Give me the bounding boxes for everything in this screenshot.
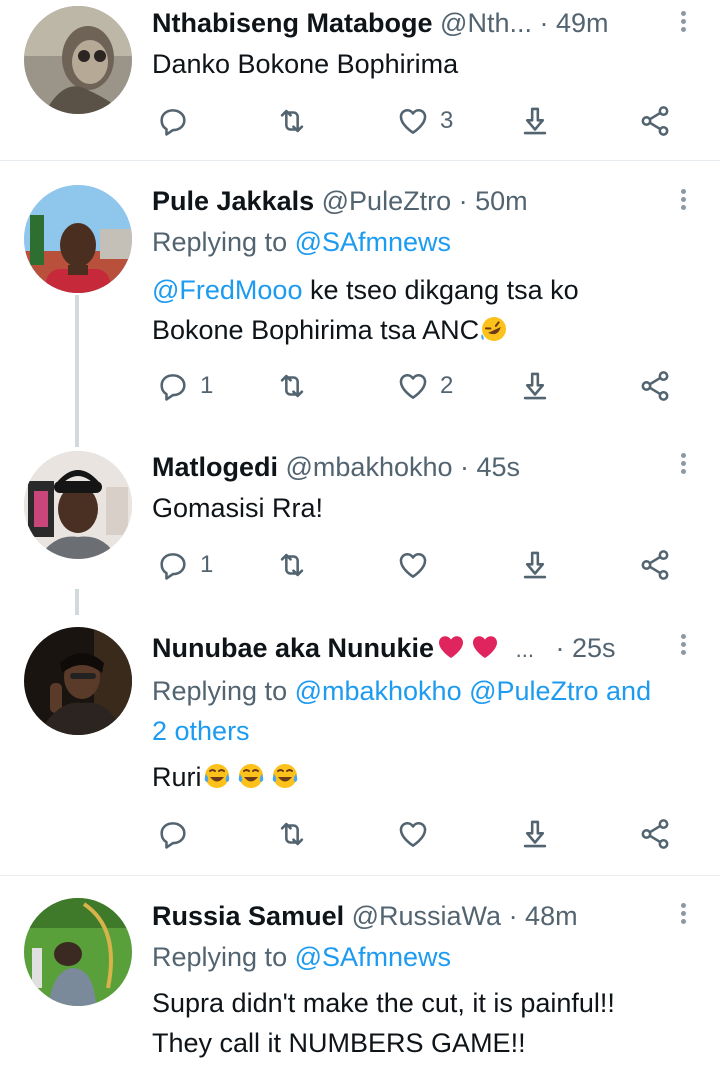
tweet-time[interactable]: · 48m — [509, 901, 578, 931]
author-name[interactable]: Pule Jakkals — [152, 186, 314, 216]
author-name[interactable]: Nthabiseng Mataboge — [152, 8, 433, 38]
replying-to-link[interactable]: @SAfmnews — [295, 942, 451, 972]
red-heart-icon — [436, 632, 466, 662]
reply-button[interactable] — [156, 103, 190, 139]
author-name[interactable]: Matlogedi — [152, 452, 278, 482]
author-handle[interactable]: @mbakhokho — [286, 452, 453, 482]
reply-count: 1 — [200, 372, 214, 399]
tweet-text-line: @FredMooo ke tseo dikgang tsa ko — [152, 275, 579, 305]
retweet-button[interactable] — [275, 368, 309, 404]
retweet-button[interactable] — [275, 103, 309, 139]
tears-of-joy-emoji-icon — [270, 761, 300, 791]
avatar[interactable] — [24, 451, 132, 559]
author-handle[interactable]: @PuleZtro — [322, 186, 451, 216]
download-button[interactable] — [518, 103, 552, 139]
like-count: 3 — [440, 107, 454, 134]
heart-icon — [396, 104, 430, 138]
replying-to-link[interactable]: @mbakhokho @PuleZtro and — [295, 676, 652, 706]
share-icon — [638, 369, 672, 403]
replying-to: Replying to @SAfmnews — [152, 942, 452, 972]
thread-line — [75, 589, 79, 615]
tweet-text-line: They call it NUMBERS GAME!! — [152, 1028, 526, 1058]
tweet-time[interactable]: · 25s — [555, 633, 615, 663]
share-icon — [638, 548, 672, 582]
share-button[interactable] — [638, 547, 672, 583]
author-handle[interactable]: ... — [516, 637, 534, 662]
tweet-2[interactable]: Pule Jakkals @PuleZtro · 50m Replying to… — [0, 161, 720, 447]
share-button[interactable] — [638, 103, 672, 139]
retweet-button[interactable] — [275, 816, 309, 852]
reply-button[interactable]: 1 — [156, 368, 213, 404]
tweet-1[interactable]: Nthabiseng Mataboge @Nth... · 49m Danko … — [0, 0, 720, 160]
tears-of-joy-emoji-icon — [236, 761, 266, 791]
red-heart-icon — [470, 632, 500, 662]
tweet-4[interactable]: Nunubae aka Nunukie ... · 25s Replying t… — [0, 615, 720, 875]
heart-icon — [396, 369, 430, 403]
download-button[interactable] — [518, 547, 552, 583]
author-handle[interactable]: @Nth... — [440, 8, 532, 38]
avatar[interactable] — [24, 185, 132, 293]
retweet-icon — [275, 548, 309, 582]
rofl-emoji-icon — [479, 314, 509, 344]
tweet-time[interactable]: · 49m — [540, 8, 609, 38]
like-button[interactable] — [396, 816, 430, 852]
share-icon — [638, 104, 672, 138]
reply-icon — [156, 369, 190, 403]
replying-to: Replying to @mbakhokho @PuleZtro and — [152, 676, 652, 706]
tweet-text-line: Supra didn't make the cut, it is painful… — [152, 988, 615, 1018]
avatar[interactable] — [24, 898, 132, 1006]
tweet-text-line: Ruri — [152, 760, 300, 794]
like-count: 2 — [440, 372, 454, 399]
like-button[interactable]: 2 — [396, 368, 453, 404]
download-icon — [518, 548, 552, 582]
download-button[interactable] — [518, 368, 552, 404]
share-button[interactable] — [638, 368, 672, 404]
replying-to-others: 2 others — [152, 714, 250, 748]
tweet-3[interactable]: Matlogedi @mbakhokho · 45s Gomasisi Rra!… — [0, 447, 720, 615]
replying-to: Replying to @SAfmnews — [152, 227, 452, 257]
reply-count: 1 — [200, 551, 214, 578]
more-icon[interactable] — [676, 8, 690, 38]
like-button[interactable] — [396, 547, 430, 583]
tweet-time[interactable]: · 45s — [460, 452, 520, 482]
share-icon — [638, 817, 672, 851]
more-icon[interactable] — [676, 631, 690, 661]
replying-to-link[interactable]: @SAfmnews — [295, 227, 451, 257]
retweet-icon — [275, 369, 309, 403]
author-name[interactable]: Russia Samuel — [152, 901, 344, 931]
share-button[interactable] — [638, 816, 672, 852]
tweet-text-line: Bokone Bophirima tsa ANC — [152, 313, 509, 347]
like-button[interactable]: 3 — [396, 103, 453, 139]
more-icon[interactable] — [676, 450, 690, 480]
avatar[interactable] — [24, 627, 132, 735]
reply-icon — [156, 104, 190, 138]
heart-icon — [396, 548, 430, 582]
reply-button[interactable]: 1 — [156, 547, 213, 583]
tweet-5[interactable]: Russia Samuel @RussiaWa · 48m Replying t… — [0, 876, 720, 1066]
avatar[interactable] — [24, 6, 132, 114]
download-icon — [518, 104, 552, 138]
download-icon — [518, 369, 552, 403]
tweet-text-line: Gomasisi Rra! — [152, 493, 324, 523]
retweet-icon — [275, 817, 309, 851]
download-button[interactable] — [518, 816, 552, 852]
reply-button[interactable] — [156, 816, 190, 852]
retweet-button[interactable] — [275, 547, 309, 583]
more-icon[interactable] — [676, 900, 690, 930]
reply-icon — [156, 817, 190, 851]
heart-icon — [396, 817, 430, 851]
tears-of-joy-emoji-icon — [202, 761, 232, 791]
tweet-text-line: Danko Bokone Bophirima — [152, 49, 459, 79]
author-handle[interactable]: @RussiaWa — [352, 901, 501, 931]
tweet-time[interactable]: · 50m — [459, 186, 528, 216]
author-name[interactable]: Nunubae aka Nunukie — [152, 633, 434, 663]
mention-link[interactable]: @FredMooo — [152, 275, 302, 305]
download-icon — [518, 817, 552, 851]
retweet-icon — [275, 104, 309, 138]
more-icon[interactable] — [676, 186, 690, 216]
replying-to-others-link[interactable]: 2 others — [152, 716, 250, 746]
reply-icon — [156, 548, 190, 582]
